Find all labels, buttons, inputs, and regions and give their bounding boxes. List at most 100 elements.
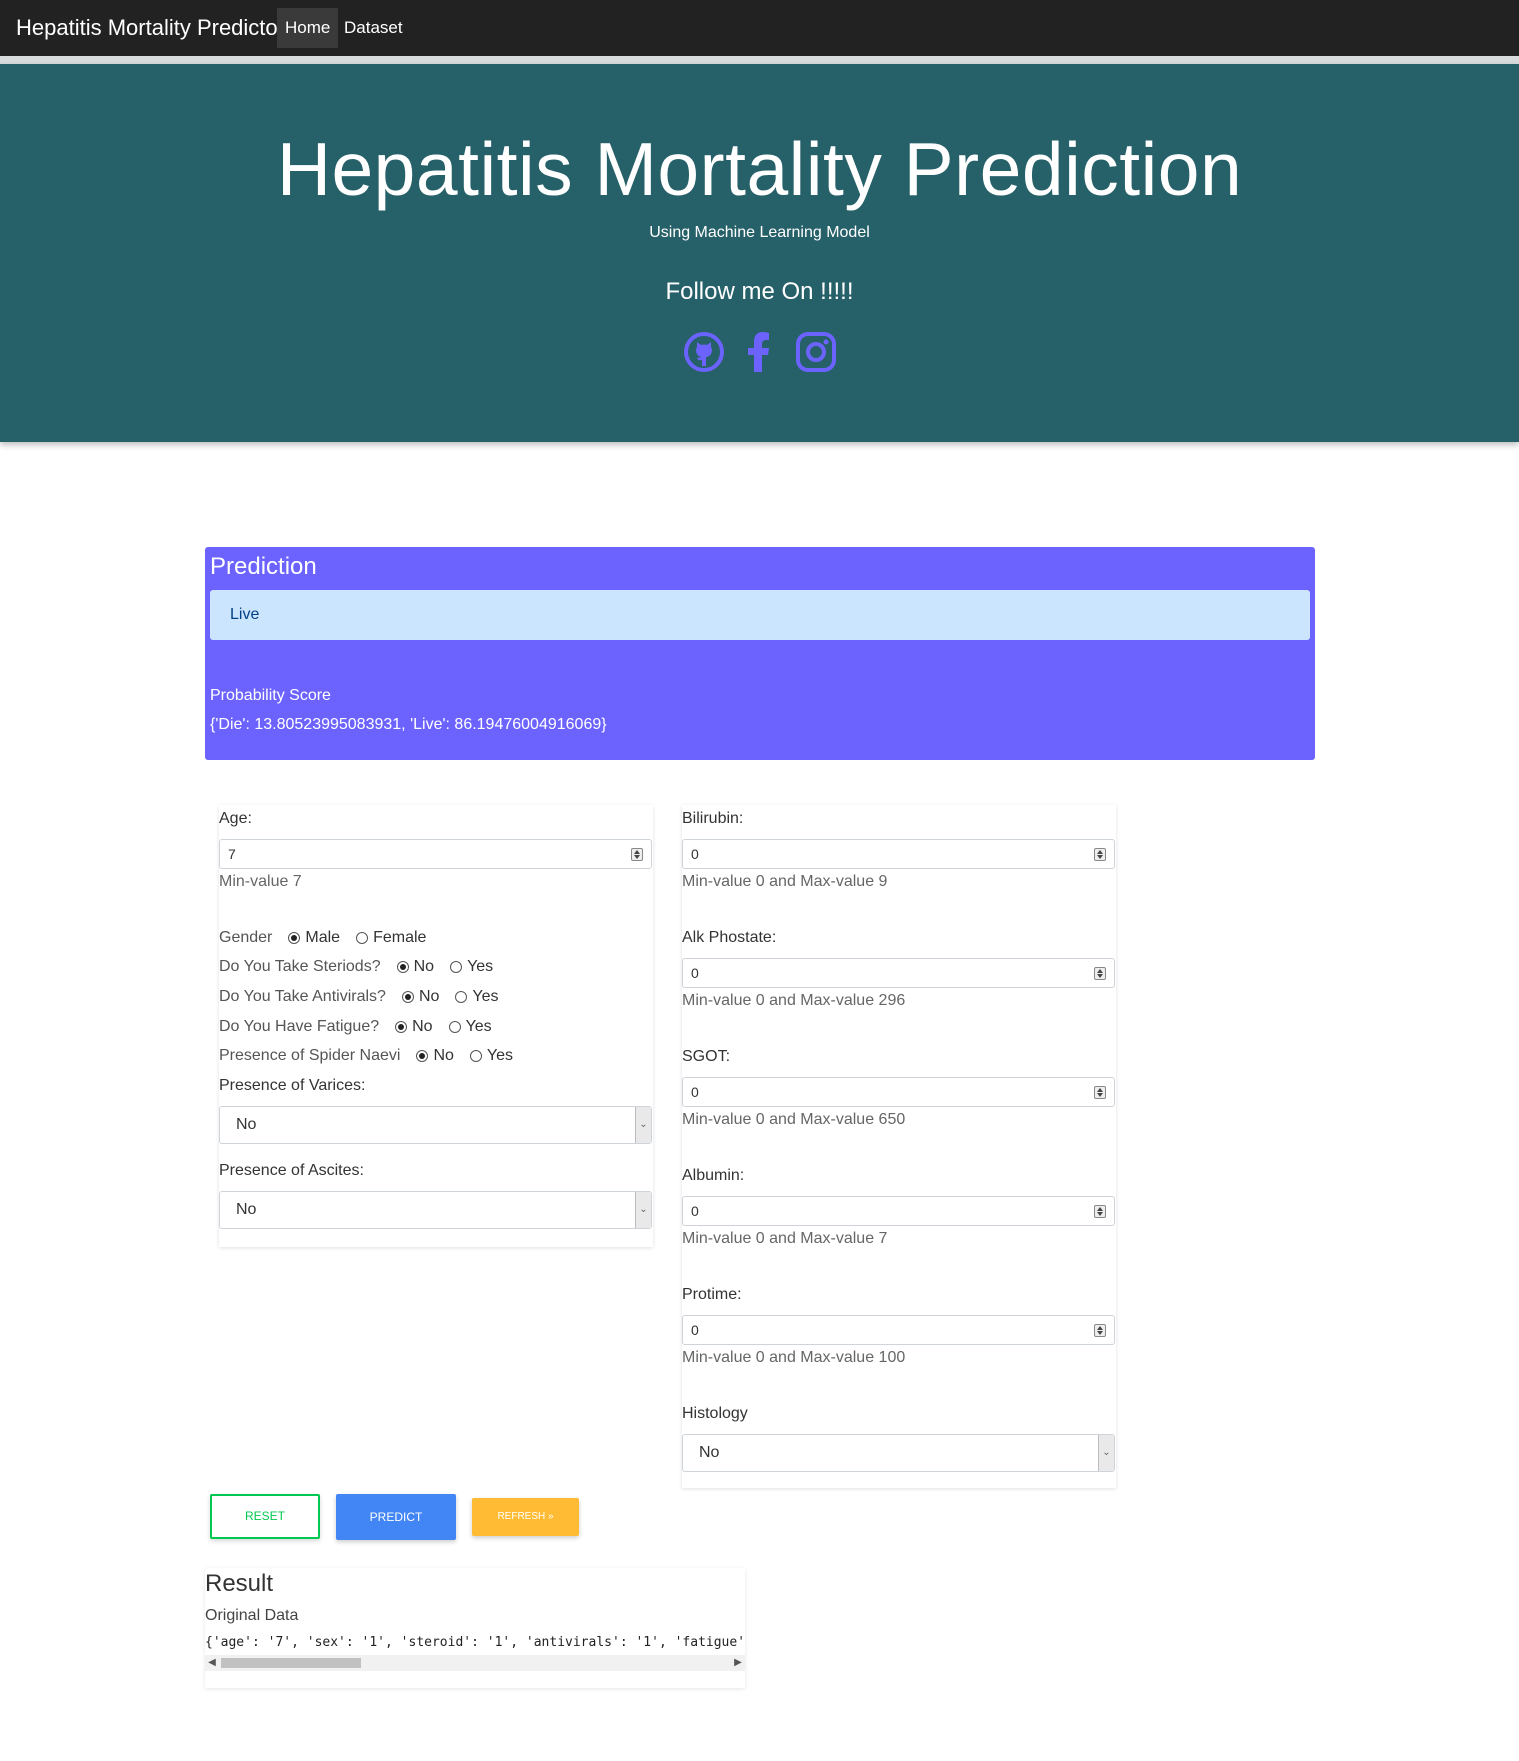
fatigue-group: Do You Have Fatigue? No Yes [219,1018,492,1036]
varices-value: No [236,1116,257,1133]
spider-yes-option[interactable]: Yes [469,1047,513,1065]
age-input[interactable]: 7 [219,839,652,869]
antivirals-yes-option[interactable]: Yes [455,988,499,1006]
bilirubin-help: Min-value 0 and Max-value 9 [682,873,888,890]
protime-spinner-icon[interactable] [1094,1324,1106,1337]
radio-checked-icon[interactable] [396,961,409,973]
nav-dataset[interactable]: Dataset [336,8,411,48]
fatigue-yes-label: Yes [465,1018,492,1035]
antivirals-label: Do You Take Antivirals? [219,988,386,1005]
follow-text: Follow me On !!!!! [665,278,854,305]
facebook-icon[interactable] [738,330,782,374]
predict-button[interactable]: PREDICT [336,1494,456,1540]
ascites-label: Presence of Ascites: [219,1162,364,1179]
ascites-value: No [236,1201,257,1218]
navbar: Hepatitis Mortality Predictor Home Datas… [0,0,1519,56]
scroll-left-icon[interactable]: ◀ [205,1655,219,1671]
spider-yes-label: Yes [486,1047,513,1064]
gender-female-option[interactable]: Female [356,929,426,947]
bilirubin-input[interactable]: 0 [682,839,1115,869]
chevron-down-icon[interactable]: ⌄ [1098,1435,1114,1471]
brand[interactable]: Hepatitis Mortality Predictor [16,0,285,56]
hero-title: Hepatitis Mortality Prediction [276,127,1243,211]
gender-label: Gender [219,929,273,946]
antivirals-yes-label: Yes [472,988,499,1005]
sgot-spinner-icon[interactable] [1094,1086,1106,1099]
albumin-spinner-icon[interactable] [1094,1205,1106,1218]
alk-spinner-icon[interactable] [1094,967,1106,980]
protime-input[interactable]: 0 [682,1315,1115,1345]
albumin-label: Albumin: [682,1167,745,1184]
protime-label: Protime: [682,1286,742,1303]
radio-checked-icon[interactable] [416,1050,429,1062]
steroids-label: Do You Take Steriods? [219,958,381,975]
probability-value: {'Die': 13.80523995083931, 'Live': 86.19… [210,716,607,733]
spider-naevi-label: Presence of Spider Naevi [219,1047,401,1064]
radio-unchecked-icon[interactable] [469,1050,482,1062]
instagram-icon[interactable] [794,330,838,374]
histology-value: No [699,1444,720,1461]
radio-unchecked-icon[interactable] [450,961,463,973]
reset-button[interactable]: RESET [210,1494,320,1539]
horizontal-scrollbar[interactable]: ◀ ▶ [205,1655,745,1671]
age-help: Min-value 7 [219,873,302,890]
github-icon[interactable] [682,330,726,374]
chevron-down-icon[interactable]: ⌄ [635,1107,651,1143]
radio-unchecked-icon[interactable] [448,1021,461,1033]
histology-select[interactable]: No ⌄ [682,1434,1115,1472]
gender-female-label: Female [373,929,427,946]
radio-checked-icon[interactable] [395,1021,408,1033]
spider-naevi-group: Presence of Spider Naevi No Yes [219,1047,513,1065]
spider-no-option[interactable]: No [416,1047,454,1065]
original-data-code: {'age': '7', 'sex': '1', 'steroid': '1',… [205,1635,745,1650]
age-spinner-icon[interactable] [631,848,643,861]
steroids-yes-label: Yes [467,958,494,975]
prediction-panel: Prediction Live Probability Score {'Die'… [205,547,1315,760]
chevron-down-icon[interactable]: ⌄ [635,1192,651,1228]
fatigue-yes-option[interactable]: Yes [448,1018,492,1036]
navbar-divider [0,56,1519,64]
radio-unchecked-icon[interactable] [455,991,468,1003]
alk-label: Alk Phostate: [682,929,777,946]
hero-banner: Hepatitis Mortality Prediction Using Mac… [0,64,1519,442]
steroids-no-option[interactable]: No [396,958,435,976]
sgot-input[interactable]: 0 [682,1077,1115,1107]
albumin-help: Min-value 0 and Max-value 7 [682,1230,888,1247]
age-label: Age: [219,810,252,827]
radio-checked-icon[interactable] [288,932,301,944]
result-subtitle: Original Data [205,1607,299,1624]
scrollbar-thumb[interactable] [221,1658,361,1668]
steroids-no-label: No [413,958,435,975]
alk-help: Min-value 0 and Max-value 296 [682,992,906,1009]
radio-unchecked-icon[interactable] [356,932,369,944]
antivirals-no-label: No [418,988,440,1005]
refresh-button[interactable]: REFRESH » [472,1498,579,1536]
gender-male-option[interactable]: Male [288,929,340,947]
steroids-group: Do You Take Steriods? No Yes [219,958,493,976]
sgot-value: 0 [691,1084,699,1100]
gender-male-label: Male [305,929,341,946]
protime-value: 0 [691,1322,699,1338]
varices-select[interactable]: No ⌄ [219,1106,652,1144]
ascites-select[interactable]: No ⌄ [219,1191,652,1229]
fatigue-no-option[interactable]: No [395,1018,433,1036]
alk-input[interactable]: 0 [682,958,1115,988]
alk-value: 0 [691,965,699,981]
sgot-help: Min-value 0 and Max-value 650 [682,1111,906,1128]
nav-home[interactable]: Home [277,8,339,48]
bilirubin-spinner-icon[interactable] [1094,848,1106,861]
antivirals-no-option[interactable]: No [401,988,440,1006]
histology-label: Histology [682,1405,748,1422]
fatigue-no-label: No [412,1018,433,1035]
varices-label: Presence of Varices: [219,1077,366,1094]
hero-subtitle: Using Machine Learning Model [649,224,870,241]
steroids-yes-option[interactable]: Yes [450,958,493,976]
radio-checked-icon[interactable] [401,991,414,1003]
sgot-label: SGOT: [682,1048,731,1065]
gender-group: Gender Male Female [219,929,426,947]
probability-label: Probability Score [210,687,331,704]
right-form-card [682,805,1116,1488]
fatigue-label: Do You Have Fatigue? [219,1018,380,1035]
albumin-input[interactable]: 0 [682,1196,1115,1226]
scroll-right-icon[interactable]: ▶ [731,1655,745,1671]
